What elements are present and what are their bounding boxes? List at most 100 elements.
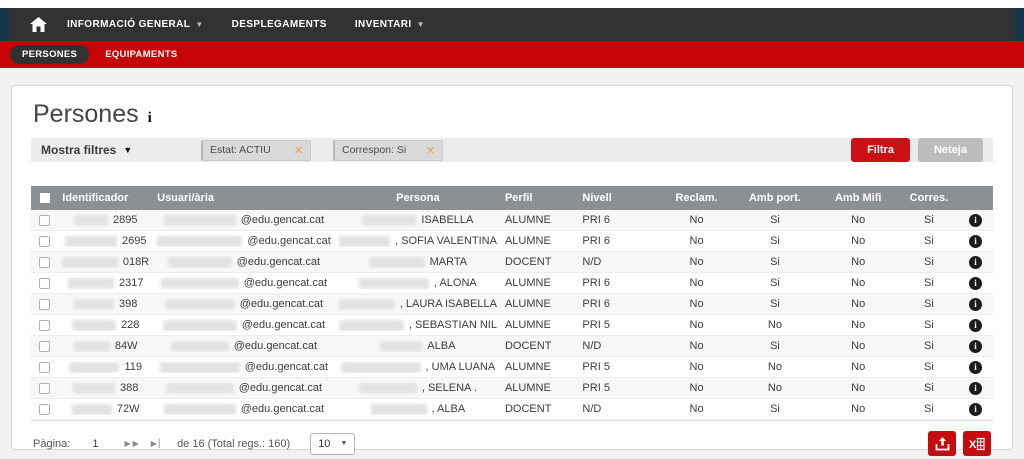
row-checkbox[interactable] [39,404,50,415]
usuari-value: @edu.gencat.cat [241,403,324,415]
row-info-icon[interactable]: i [969,340,982,353]
chip-close-icon[interactable]: ✕ [294,144,303,157]
row-checkbox[interactable] [39,299,50,310]
redacted-text [157,236,242,247]
filter-chip-correspon: Correspon: Si ✕ [333,140,443,161]
redacted-text [339,320,404,331]
next-page-icon[interactable]: ▶▶ [124,439,140,448]
usuari-value: @edu.gencat.cat [240,298,323,310]
redacted-text [369,257,425,268]
redacted-text [164,404,236,415]
filtra-button[interactable]: Filtra [851,138,910,162]
nav-item-inventari[interactable]: INVENTARI ▼ [355,19,425,30]
amb-port-value: Si [733,340,816,352]
tab-persones[interactable]: PERSONES [10,45,89,64]
current-page-input[interactable]: 1 [92,438,98,450]
col-perfil: Perfil [501,192,578,204]
persona-value: , SOFIA VALENTINA [395,235,497,247]
amb-mifi-value: No [817,298,900,310]
row-checkbox[interactable] [39,320,50,331]
nivell-value: PRI 5 [578,319,659,331]
amb-mifi-value: No [817,340,900,352]
filter-chip-estat: Estat: ACTIU ✕ [201,140,311,161]
show-filters-toggle[interactable]: Mostra filtres ▼ [41,143,201,157]
persona-value: ISABELLA [421,214,473,226]
persona-value: , SELENA . [422,382,477,394]
table-row: 72W @edu.gencat.cat , ALBA DOCENT N/D No… [31,399,993,420]
chip-close-icon[interactable]: ✕ [426,144,435,157]
nav-item-desplegaments[interactable]: DESPLEGAMENTS [232,19,327,30]
home-button[interactable] [9,17,67,32]
nav-item-informacio-general[interactable]: INFORMACIÓ GENERAL ▼ [67,19,204,30]
row-info-icon[interactable]: i [969,214,982,227]
row-checkbox[interactable] [39,215,50,226]
corres-value: Si [900,277,958,289]
table-row: 398 @edu.gencat.cat , LAURA ISABELLA ALU… [31,294,993,315]
perfil-value: ALUMNE [501,235,578,247]
corres-value: Si [900,361,958,373]
reclam-value: No [660,256,734,268]
corres-value: Si [900,235,958,247]
amb-port-value: Si [733,214,816,226]
redacted-text [68,278,114,289]
identificador-value: 228 [121,319,139,331]
excel-icon: X [969,437,985,451]
amb-port-value: Si [733,403,816,415]
nav-item-label: INFORMACIÓ GENERAL [67,19,190,30]
identificador-value: 2317 [119,277,143,289]
svg-text:X: X [969,439,977,451]
persona-value: ALBA [427,340,455,352]
row-checkbox[interactable] [39,383,50,394]
amb-port-value: Si [733,235,816,247]
row-checkbox[interactable] [39,362,50,373]
identificador-value: 119 [124,361,142,373]
page-background: Persones i Mostra filtres ▼ Estat: ACTIU… [0,68,1024,459]
row-info-icon[interactable]: i [969,298,982,311]
neteja-button[interactable]: Neteja [918,138,983,162]
select-all-checkbox[interactable] [40,193,50,203]
row-checkbox[interactable] [39,341,50,352]
identificador-value: 388 [120,382,138,394]
row-info-icon[interactable]: i [969,235,982,248]
title-info-icon[interactable]: i [148,110,152,127]
amb-mifi-value: No [817,319,900,331]
reclam-value: No [660,298,734,310]
nivell-value: PRI 5 [578,382,659,394]
row-info-icon[interactable]: i [969,319,982,332]
usuari-value: @edu.gencat.cat [239,382,322,394]
row-info-icon[interactable]: i [969,403,982,416]
usuari-value: @edu.gencat.cat [242,319,325,331]
pagination-bar: Pàgina: 1 ▶▶ ▶▏ de 16 (Total regs.: 160)… [31,420,993,459]
page-size-select[interactable]: 10 ▼ [310,433,355,455]
nivell-value: PRI 6 [578,235,659,247]
amb-mifi-value: No [817,403,900,415]
nivell-value: PRI 6 [578,298,659,310]
tab-equipaments[interactable]: EQUIPAMENTS [105,49,177,60]
row-info-icon[interactable]: i [969,361,982,374]
row-checkbox[interactable] [39,278,50,289]
col-identificador: Identificador [58,192,153,204]
identificador-value: 018R [123,256,149,268]
perfil-value: DOCENT [501,340,578,352]
amb-mifi-value: No [817,214,900,226]
export-button[interactable] [928,431,956,456]
redacted-text [161,278,239,289]
amb-port-value: No [733,319,816,331]
reclam-value: No [660,214,734,226]
row-checkbox[interactable] [39,236,50,247]
amb-port-value: Si [733,277,816,289]
reclam-value: No [660,319,734,331]
amb-port-value: Si [733,256,816,268]
table-row: 388 @edu.gencat.cat , SELENA . ALUMNE PR… [31,378,993,399]
reclam-value: No [660,361,734,373]
corres-value: Si [900,214,958,226]
usuari-value: @edu.gencat.cat [247,235,330,247]
row-info-icon[interactable]: i [969,382,982,395]
row-info-icon[interactable]: i [969,277,982,290]
redacted-text [72,404,112,415]
redacted-text [164,215,236,226]
last-page-icon[interactable]: ▶▏ [151,439,167,448]
excel-export-button[interactable]: X [963,431,991,456]
row-checkbox[interactable] [39,257,50,268]
row-info-icon[interactable]: i [969,256,982,269]
